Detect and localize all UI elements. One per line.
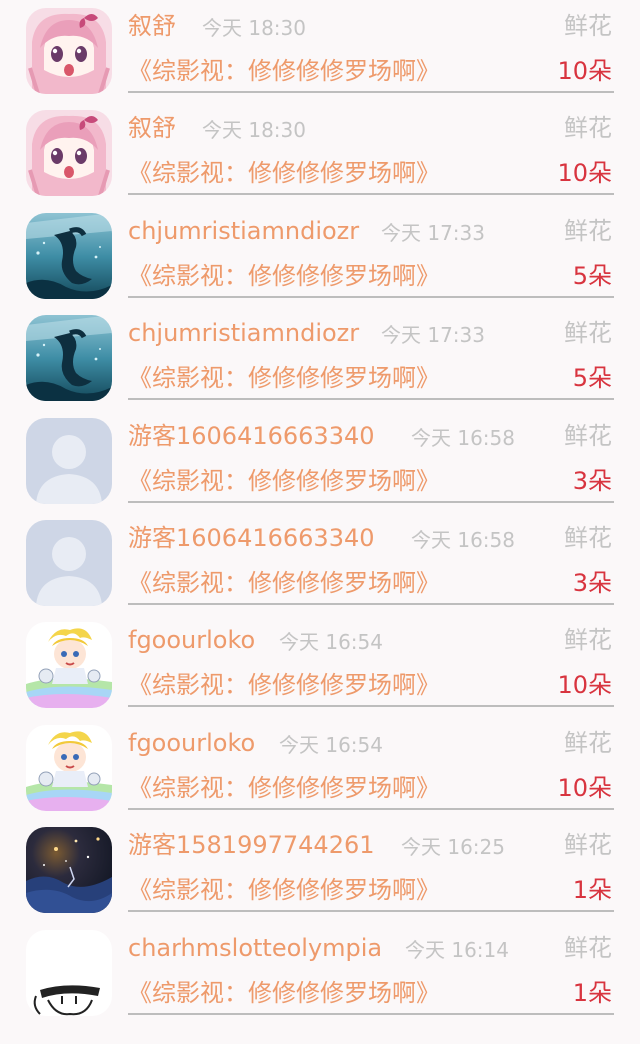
default-user-silhouette-avatar[interactable] [26, 520, 112, 606]
sketch-person-avatar[interactable] [26, 929, 112, 1016]
user-name[interactable]: 游客1606416663340 [128, 416, 375, 456]
flower-gift-list[interactable]: 叙舒 今天 18:30 鲜花 《综影视：修修修修罗场啊》 10朵 叙舒 今天 18:30 鲜… [0, 0, 640, 1044]
gift-type-label: 鲜花 [564, 524, 612, 552]
timestamp: 今天 16:54 [279, 630, 383, 655]
row-divider [128, 807, 614, 810]
book-title-link[interactable]: 《综影视：修修修修罗场啊》 [128, 51, 440, 91]
timestamp: 今天 18:30 [202, 118, 306, 143]
gift-count: 5朵 [572, 261, 612, 290]
gift-type-label: 鲜花 [564, 216, 612, 245]
book-title-link[interactable]: 《综影视：修修修修罗场啊》 [128, 870, 440, 910]
row-divider [128, 1012, 614, 1015]
book-title-link[interactable]: 《综影视：修修修修罗场啊》 [128, 256, 440, 296]
list-item[interactable]: charhmslotteolympia 今天 16:14 鲜花《综影视：修修修修罗场… [0, 922, 640, 1024]
cartoon-blonde-rainbow-avatar[interactable] [26, 724, 112, 811]
gift-type-label: 鲜花 [564, 114, 612, 143]
list-item[interactable]: 叙舒 今天 18:30 鲜花《综影视：修修修修罗场啊》 10朵 [0, 0, 640, 102]
anime-pink-girl-avatar[interactable] [26, 110, 112, 197]
gift-type-label: 鲜花 [564, 319, 612, 348]
list-item[interactable]: 游客1581997744261 今天 16:25 鲜花《综影视：修修修修罗场啊》 1朵 [0, 819, 640, 921]
user-name[interactable]: chjumristiamndiozr [128, 211, 359, 251]
list-item[interactable]: 游客1606416663340 今天 16:58 鲜花《综影视：修修修修罗场啊》 3朵 [0, 512, 640, 614]
row-divider [128, 705, 614, 708]
gift-count: 10朵 [557, 159, 612, 188]
default-user-silhouette-avatar[interactable] [26, 417, 112, 504]
gift-type-label: 鲜花 [564, 626, 612, 655]
gift-type-label: 鲜花 [564, 421, 612, 450]
row-divider [128, 295, 614, 298]
anime-pink-girl-avatar[interactable] [26, 8, 112, 94]
list-item[interactable]: fgoourloko 今天 16:54 鲜花《综影视：修修修修罗场啊》 10朵 [0, 614, 640, 716]
underwater-figure-avatar[interactable] [26, 212, 112, 299]
gift-count: 3朵 [572, 569, 612, 597]
timestamp: 今天 16:58 [411, 425, 515, 450]
book-title-link[interactable]: 《综影视：修修修修罗场啊》 [128, 563, 440, 603]
row-divider [128, 398, 614, 401]
user-name[interactable]: chjumristiamndiozr [128, 313, 359, 353]
timestamp: 今天 16:25 [401, 835, 505, 860]
gift-count: 5朵 [572, 364, 612, 393]
timestamp: 今天 17:33 [381, 220, 485, 245]
timestamp: 今天 16:54 [279, 732, 383, 757]
list-item[interactable]: 游客1606416663340 今天 16:58 鲜花《综影视：修修修修罗场啊》 3朵 [0, 410, 640, 512]
timestamp: 今天 18:30 [202, 16, 306, 40]
book-title-link[interactable]: 《综影视：修修修修罗场啊》 [128, 665, 440, 705]
user-name[interactable]: 游客1581997744261 [128, 825, 375, 865]
gift-type-label: 鲜花 [564, 831, 612, 860]
gift-type-label: 鲜花 [564, 728, 612, 757]
gift-count: 1朵 [572, 978, 612, 1007]
book-title-link[interactable]: 《综影视：修修修修罗场啊》 [128, 768, 440, 808]
user-name[interactable]: fgoourloko [128, 723, 255, 763]
user-name[interactable]: 叙舒 [128, 6, 176, 46]
cartoon-blonde-rainbow-avatar[interactable] [26, 622, 112, 709]
timestamp: 今天 16:58 [411, 528, 515, 552]
timestamp: 今天 16:14 [405, 937, 509, 962]
gift-count: 10朵 [557, 773, 612, 802]
gift-count: 10朵 [557, 57, 612, 85]
user-name[interactable]: charhmslotteolympia [128, 928, 382, 968]
timestamp: 今天 17:33 [381, 323, 485, 348]
gift-count: 1朵 [572, 876, 612, 905]
book-title-link[interactable]: 《综影视：修修修修罗场啊》 [128, 973, 440, 1013]
gift-type-label: 鲜花 [564, 933, 612, 962]
user-name[interactable]: 叙舒 [128, 108, 176, 148]
row-divider [128, 910, 614, 913]
row-divider [128, 603, 614, 605]
user-name[interactable]: fgoourloko [128, 620, 255, 660]
night-sky-avatar[interactable] [26, 827, 112, 914]
list-item[interactable]: fgoourloko 今天 16:54 鲜花《综影视：修修修修罗场啊》 10朵 [0, 717, 640, 819]
list-item[interactable]: chjumristiamndiozr 今天 17:33 鲜花《综影视：修修修修罗场啊… [0, 307, 640, 409]
gift-count: 10朵 [557, 671, 612, 700]
user-name[interactable]: 游客1606416663340 [128, 518, 375, 558]
book-title-link[interactable]: 《综影视：修修修修罗场啊》 [128, 461, 440, 501]
list-item[interactable]: chjumristiamndiozr 今天 17:33 鲜花《综影视：修修修修罗场啊… [0, 205, 640, 307]
gift-count: 3朵 [572, 466, 612, 495]
book-title-link[interactable]: 《综影视：修修修修罗场啊》 [128, 153, 440, 193]
row-divider [128, 500, 614, 503]
row-divider [128, 91, 614, 93]
gift-type-label: 鲜花 [564, 12, 612, 40]
book-title-link[interactable]: 《综影视：修修修修罗场啊》 [128, 358, 440, 398]
list-item[interactable]: 叙舒 今天 18:30 鲜花《综影视：修修修修罗场啊》 10朵 [0, 102, 640, 204]
underwater-figure-avatar[interactable] [26, 315, 112, 402]
row-divider [128, 193, 614, 196]
